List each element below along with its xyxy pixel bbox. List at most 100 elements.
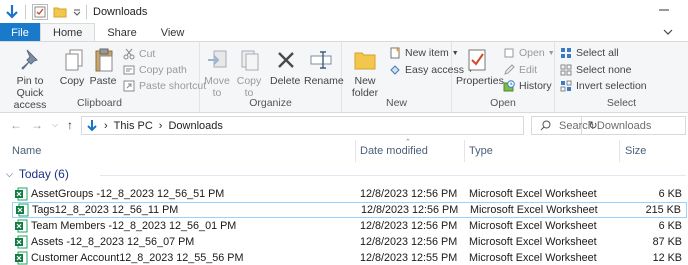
- file-type: Microsoft Excel Worksheet: [469, 252, 597, 264]
- breadcrumb-separator: ›: [158, 119, 163, 132]
- file-size: 6 KB: [658, 220, 682, 232]
- quick-access-toolbar: Downloads: [0, 0, 147, 23]
- file-date: 12/8/2023 12:56 PM: [361, 204, 459, 216]
- new-item-icon: [388, 46, 402, 60]
- file-name: Customer Account12_8_2023 12_55_56 PM: [31, 252, 244, 264]
- file-row[interactable]: Team Members -12_8_2023 12_56_01 PM 12/8…: [12, 218, 687, 234]
- delete-label: Delete: [270, 75, 301, 87]
- file-row[interactable]: Tags12_8_2023 12_56_11 PM 12/8/2023 12:5…: [12, 202, 687, 218]
- paste-shortcut-icon: [122, 79, 136, 93]
- copy-to-label: Copy to: [236, 75, 262, 99]
- select-all-icon: [559, 46, 573, 60]
- copy-path-icon: [122, 63, 136, 77]
- ribbon-tabs: File Home Share View: [0, 23, 688, 42]
- column-divider: [464, 140, 465, 162]
- dropdown-arrow-icon: ▼: [547, 49, 555, 57]
- new-folder-button[interactable]: New folder: [346, 46, 384, 99]
- tab-file[interactable]: File: [0, 23, 40, 42]
- copy-path-button[interactable]: Copy path: [122, 62, 187, 78]
- select-none-button[interactable]: Select none: [559, 62, 631, 78]
- invert-selection-button[interactable]: Invert selection: [559, 78, 647, 94]
- file-row[interactable]: Customer Account12_8_2023 12_55_56 PM 12…: [12, 250, 687, 265]
- copy-label: Copy: [59, 75, 85, 87]
- ribbon: Pin to Quick access Copy Paste Cut Copy …: [0, 41, 688, 113]
- paste-label: Paste: [89, 75, 117, 87]
- open-group-label: Open: [490, 97, 516, 109]
- history-button[interactable]: History: [502, 78, 552, 94]
- properties-label: Properties: [456, 75, 504, 87]
- scissors-icon: [122, 47, 136, 61]
- back-arrow-icon[interactable]: ←: [9, 118, 23, 132]
- move-to-label: Move to: [204, 75, 230, 99]
- group-header-today[interactable]: ⌵ Today (6): [6, 166, 69, 182]
- select-group: Select all Select none Invert selection …: [555, 42, 688, 112]
- breadcrumb-this-pc[interactable]: This PC: [114, 120, 153, 132]
- minimize-button[interactable]: [658, 4, 670, 16]
- column-header-date[interactable]: Date modified: [360, 140, 428, 162]
- customize-dropdown-icon[interactable]: [72, 3, 82, 21]
- divider: [100, 175, 686, 176]
- tab-share[interactable]: Share: [95, 23, 148, 42]
- column-header-name[interactable]: Name: [12, 140, 41, 162]
- select-all-label: Select all: [576, 47, 619, 59]
- new-folder-icon[interactable]: [51, 3, 69, 21]
- expand-ribbon-icon[interactable]: [663, 27, 673, 39]
- rename-label: Rename: [304, 75, 344, 87]
- cut-label: Cut: [139, 48, 156, 60]
- recent-locations-icon[interactable]: ⌵: [48, 118, 62, 132]
- move-to-button[interactable]: Move to: [202, 46, 232, 99]
- column-header-size[interactable]: Size: [625, 140, 646, 162]
- new-item-button[interactable]: New item ▼: [388, 45, 459, 61]
- cut-button[interactable]: Cut: [122, 46, 155, 62]
- copy-to-icon: [234, 46, 266, 74]
- new-folder-icon: [349, 46, 381, 74]
- rename-button[interactable]: Rename: [304, 46, 344, 87]
- tab-home[interactable]: Home: [40, 23, 96, 42]
- paste-icon: [88, 46, 120, 74]
- address-bar[interactable]: › This PC › Downloads ↻: [81, 116, 598, 135]
- select-all-button[interactable]: Select all: [559, 45, 619, 61]
- edit-button[interactable]: Edit: [502, 62, 537, 78]
- move-to-icon: [202, 46, 234, 74]
- delete-button[interactable]: Delete: [270, 46, 300, 87]
- file-date: 12/8/2023 12:56 PM: [360, 188, 458, 200]
- properties-button[interactable]: Properties: [456, 46, 504, 87]
- group-label: Today (6): [18, 167, 69, 181]
- file-name: AssetGroups -12_8_2023 12_56_51 PM: [31, 188, 225, 200]
- search-box[interactable]: Search Downloads: [531, 116, 686, 135]
- file-row[interactable]: AssetGroups -12_8_2023 12_56_51 PM 12/8/…: [12, 186, 687, 202]
- paste-button[interactable]: Paste: [88, 46, 118, 87]
- file-date: 12/8/2023 12:56 PM: [360, 236, 458, 248]
- column-header-type[interactable]: Type: [469, 140, 493, 162]
- file-name: Assets -12_8_2023 12_56_07 PM: [31, 236, 195, 248]
- divider: [86, 4, 87, 19]
- pin-icon: [14, 46, 46, 74]
- copy-to-button[interactable]: Copy to: [234, 46, 264, 99]
- file-size: 215 KB: [645, 204, 681, 216]
- new-group: New folder New item ▼ Easy access ▼ New: [342, 42, 474, 112]
- chevron-down-icon: ⌵: [6, 168, 13, 179]
- rename-icon: [305, 46, 337, 74]
- clipboard-group-label: Clipboard: [77, 97, 122, 109]
- column-divider: [619, 140, 620, 162]
- properties-icon[interactable]: [32, 3, 48, 20]
- organize-group-label: Organize: [249, 97, 292, 109]
- sort-up-icon: ⌃: [405, 139, 411, 146]
- edit-label: Edit: [519, 64, 538, 76]
- paste-shortcut-button[interactable]: Paste shortcut: [122, 78, 206, 94]
- divider: [25, 4, 26, 19]
- new-item-label: New item: [405, 47, 449, 59]
- breadcrumb-downloads[interactable]: Downloads: [168, 120, 222, 132]
- tab-view[interactable]: View: [149, 23, 197, 42]
- file-row[interactable]: Assets -12_8_2023 12_56_07 PM 12/8/2023 …: [12, 234, 687, 250]
- organize-group: Move to Copy to Delete Rename Organize: [200, 42, 344, 112]
- open-button[interactable]: Open ▼: [502, 45, 555, 61]
- forward-arrow-icon[interactable]: →: [30, 118, 44, 132]
- copy-button[interactable]: Copy: [58, 46, 86, 87]
- select-none-label: Select none: [576, 64, 632, 76]
- file-size: 6 KB: [658, 188, 682, 200]
- edit-pencil-icon: [502, 63, 516, 77]
- explorer-down-arrow-icon[interactable]: [3, 3, 21, 21]
- easy-access-icon: [388, 63, 402, 77]
- up-arrow-icon[interactable]: ↑: [63, 118, 77, 132]
